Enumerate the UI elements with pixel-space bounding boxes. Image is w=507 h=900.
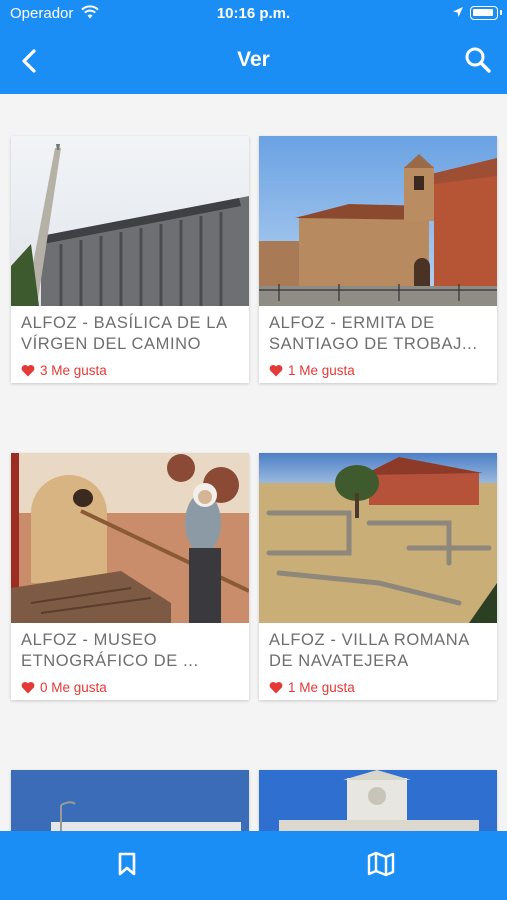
like-count[interactable]: 1 Me gusta bbox=[259, 672, 497, 700]
heart-icon bbox=[269, 682, 283, 694]
place-card[interactable] bbox=[11, 770, 249, 831]
card-photo bbox=[259, 770, 497, 831]
battery-icon bbox=[470, 6, 502, 20]
search-icon[interactable] bbox=[462, 44, 494, 76]
like-count[interactable]: 1 Me gusta bbox=[259, 355, 497, 383]
card-photo bbox=[259, 453, 497, 623]
tab-bar bbox=[0, 831, 507, 900]
card-title: ALFOZ - ERMITA DE SANTIAGO DE TROBAJ... bbox=[269, 314, 478, 353]
like-count[interactable]: 3 Me gusta bbox=[11, 355, 249, 383]
card-photo bbox=[11, 136, 249, 306]
bookmark-icon[interactable] bbox=[112, 849, 142, 879]
card-photo bbox=[11, 453, 249, 623]
card-title: ALFOZ - VILLA ROMANA DE NAVATEJERA bbox=[269, 631, 469, 670]
heart-icon bbox=[21, 682, 35, 694]
card-photo bbox=[259, 136, 497, 306]
like-count[interactable]: 0 Me gusta bbox=[11, 672, 249, 700]
card-title: ALFOZ - BASÍLICA DE LA VÍRGEN DEL CAMINO bbox=[21, 314, 227, 353]
card-photo bbox=[11, 770, 249, 831]
like-count-label: 3 Me gusta bbox=[40, 363, 107, 378]
map-icon[interactable] bbox=[366, 849, 396, 879]
card-title: ALFOZ - MUSEO ETNOGRÁFICO DE ... bbox=[21, 631, 199, 670]
status-time: 10:16 p.m. bbox=[216, 5, 291, 22]
like-count-label: 1 Me gusta bbox=[288, 363, 355, 378]
like-count-label: 1 Me gusta bbox=[288, 680, 355, 695]
like-count-label: 0 Me gusta bbox=[40, 680, 107, 695]
place-card[interactable] bbox=[259, 770, 497, 831]
status-bar: Operador 10:16 p.m. bbox=[0, 0, 507, 28]
page-title: Ver bbox=[237, 48, 270, 71]
location-arrow-icon bbox=[453, 7, 463, 17]
place-card[interactable]: ALFOZ - BASÍLICA DE LA VÍRGEN DEL CAMINO… bbox=[11, 136, 249, 383]
place-card[interactable]: ALFOZ - VILLA ROMANA DE NAVATEJERA 1 Me … bbox=[259, 453, 497, 700]
place-card[interactable]: ALFOZ - ERMITA DE SANTIAGO DE TROBAJ... … bbox=[259, 136, 497, 383]
place-card[interactable]: ALFOZ - MUSEO ETNOGRÁFICO DE ... 0 Me gu… bbox=[11, 453, 249, 700]
content-list: ALFOZ - BASÍLICA DE LA VÍRGEN DEL CAMINO… bbox=[0, 94, 507, 831]
heart-icon bbox=[269, 365, 283, 377]
nav-bar: Ver bbox=[0, 28, 507, 94]
heart-icon bbox=[21, 365, 35, 377]
back-chevron-icon[interactable] bbox=[14, 44, 48, 78]
